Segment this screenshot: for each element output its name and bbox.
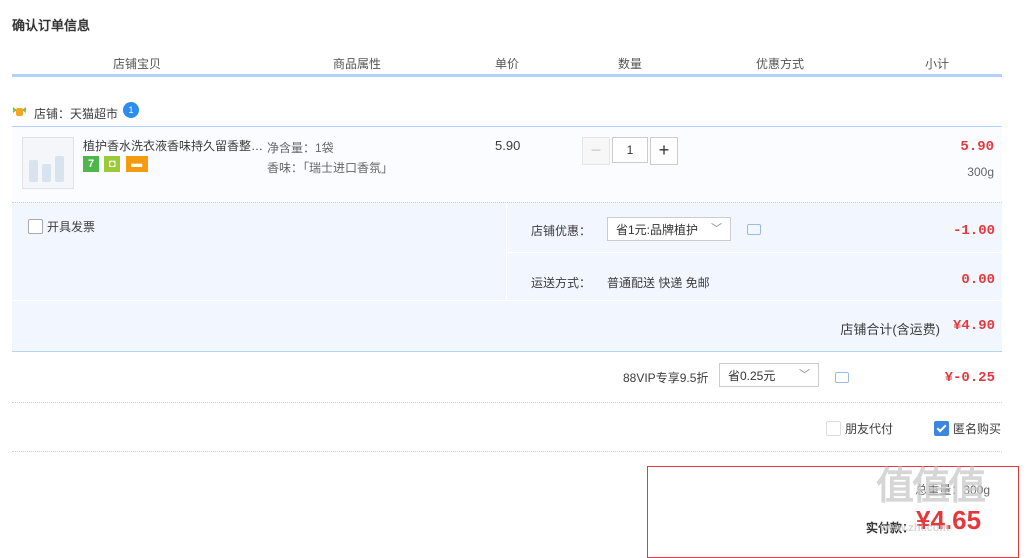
shipping-amount: 0.00 bbox=[961, 272, 995, 288]
quantity-increase-button[interactable]: + bbox=[650, 137, 678, 165]
friend-pay-checkbox[interactable]: 朋友代付 bbox=[826, 420, 893, 437]
chevron-down-icon: ﹀ bbox=[711, 223, 722, 235]
service-badges: 7 ◘ ▬ bbox=[83, 156, 150, 172]
shop-discount-select[interactable]: 省1元:品牌植护 ﹀ bbox=[607, 217, 731, 241]
order-item: 植护香水洗衣液香味持久留香整… 7 ◘ ▬ 净含量：1袋 香味：「瑞士进口香氛」… bbox=[12, 127, 1002, 203]
message-icon[interactable] bbox=[747, 224, 761, 235]
unit-price: 5.90 bbox=[495, 138, 521, 153]
quantity-decrease-button[interactable]: − bbox=[582, 137, 610, 165]
shop-name[interactable]: 店铺：天猫超市 bbox=[34, 105, 118, 122]
vip-discount-amount: ¥-0.25 bbox=[944, 370, 995, 386]
credit-card-icon[interactable]: ▬ bbox=[125, 156, 148, 172]
product-name[interactable]: 植护香水洗衣液香味持久留香整… bbox=[83, 137, 268, 154]
col-unit-price: 单价 bbox=[494, 57, 519, 71]
checkbox-checked-icon[interactable] bbox=[934, 421, 949, 436]
payment-options-row: 朋友代付 匿名购买 bbox=[12, 403, 1002, 452]
vip-discount-row: 88VIP专享9.5折 省0.25元 ﹀ ¥-0.25 bbox=[12, 352, 1002, 403]
friend-pay-label: 朋友代付 bbox=[845, 422, 894, 436]
shop-discount-value: 省1元:品牌植护 bbox=[616, 223, 699, 237]
page-title: 确认订单信息 bbox=[12, 18, 91, 33]
tmall-shop-icon bbox=[13, 107, 26, 116]
item-weight: 300g bbox=[967, 165, 994, 179]
attr-net-content: 净含量：1袋 bbox=[267, 141, 334, 155]
vip-discount-value: 省0.25元 bbox=[728, 369, 776, 383]
quantity-input[interactable] bbox=[612, 137, 648, 163]
seven-day-return-icon[interactable]: 7 bbox=[83, 156, 99, 172]
vip-discount-select[interactable]: 省0.25元 ﹀ bbox=[719, 363, 819, 387]
anonymous-purchase-label: 匿名购买 bbox=[953, 422, 1002, 436]
shop-total-row: 店铺合计(含运费) ¥4.90 bbox=[12, 301, 1002, 352]
anonymous-purchase-checkbox[interactable]: 匿名购买 bbox=[934, 420, 1001, 437]
invoice-checkbox[interactable]: 开具发票 bbox=[28, 218, 95, 235]
wangwang-chat-icon[interactable]: 1 bbox=[123, 102, 139, 118]
vip-discount-label: 88VIP专享9.5折 bbox=[623, 371, 709, 385]
order-options: 开具发票 店铺优惠： 省1元:品牌植护 ﹀ -1.00 运送方式： 普通配送 快… bbox=[12, 203, 1002, 300]
watermark-logo: 值值值 bbox=[876, 466, 986, 508]
shop-discount-label: 店铺优惠： bbox=[531, 224, 592, 238]
attr-scent: 香味：「瑞士进口香氛」 bbox=[267, 161, 394, 175]
shop-total-amount: ¥4.90 bbox=[952, 318, 995, 334]
guarantee-icon[interactable]: ◘ bbox=[104, 156, 121, 172]
chevron-down-icon: ﹀ bbox=[799, 369, 810, 381]
shipping-method: 普通配送 快递 免邮 bbox=[607, 276, 710, 290]
invoice-label: 开具发票 bbox=[47, 220, 96, 234]
item-subtotal: 5.90 bbox=[960, 139, 994, 155]
shop-row: 店铺：天猫超市 1 bbox=[12, 100, 1002, 127]
col-subtotal: 小计 bbox=[924, 57, 949, 71]
message-icon[interactable] bbox=[835, 372, 849, 383]
shipping-label: 运送方式： bbox=[531, 276, 592, 290]
checkbox-icon[interactable] bbox=[28, 219, 43, 234]
checkbox-icon[interactable] bbox=[826, 421, 841, 436]
column-header: 店铺宝贝 商品属性 单价 数量 优惠方式 小计 bbox=[12, 50, 1002, 77]
watermark-url: www.zhi.com bbox=[880, 522, 950, 534]
col-attributes: 商品属性 bbox=[332, 57, 381, 71]
shop-discount-amount: -1.00 bbox=[952, 223, 995, 239]
shop-total-label: 店铺合计(含运费) bbox=[840, 322, 940, 337]
col-discount: 优惠方式 bbox=[755, 57, 804, 71]
product-thumbnail[interactable] bbox=[22, 137, 74, 189]
col-quantity: 数量 bbox=[617, 57, 642, 71]
col-shop-items: 店铺宝贝 bbox=[112, 57, 161, 71]
